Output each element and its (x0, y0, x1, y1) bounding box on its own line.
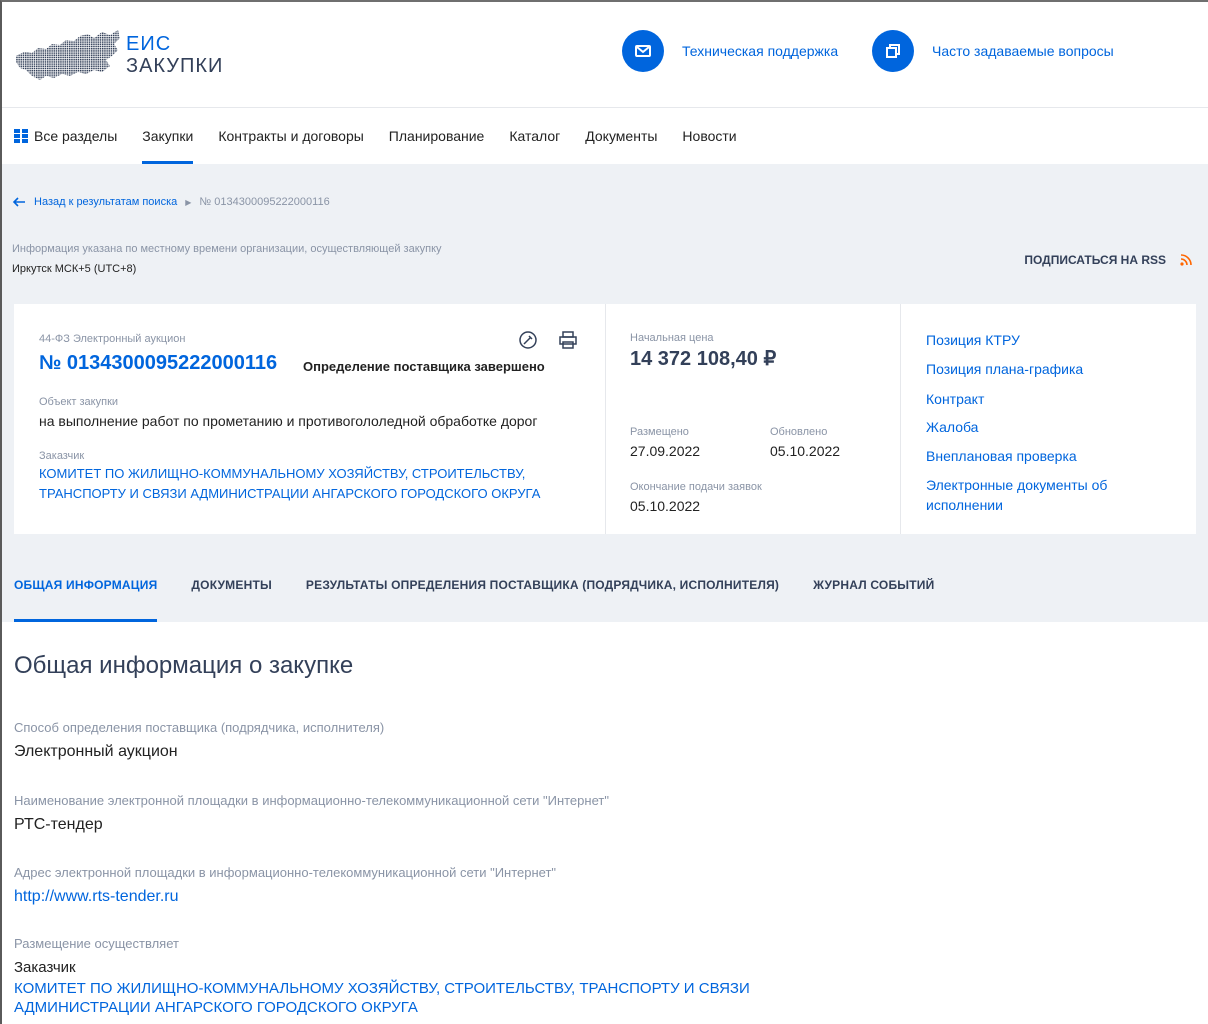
platform-address-link[interactable]: http://www.rts-tender.ru (14, 888, 179, 906)
nav-all-sections[interactable]: Все разделы (14, 108, 117, 164)
grid-icon (14, 129, 28, 143)
support-link[interactable]: Техническая поддержка (622, 30, 838, 72)
purchase-price-dates: Начальная цена 14 372 108,40 ₽ Размещено… (606, 304, 901, 534)
tab-documents[interactable]: ДОКУМЕНТЫ (191, 576, 272, 622)
related-links: Позиция КТРУ Позиция плана-графика Контр… (901, 304, 1196, 534)
deadline-value: 05.10.2022 (630, 498, 701, 514)
customer-label: Заказчик (39, 450, 85, 462)
support-label: Техническая поддержка (682, 43, 839, 59)
method-value: Электронный аукцион (14, 743, 178, 760)
address-label: Адрес электронной площадки в информацион… (14, 865, 557, 880)
timezone-info: Информация указана по местному времени о… (12, 243, 442, 255)
print-icon[interactable] (558, 330, 578, 350)
nav-item-label: Новости (682, 128, 737, 144)
faq-label: Часто задаваемые вопросы (932, 43, 1114, 59)
envelope-icon (622, 30, 664, 72)
nav-item-label: Контракты и договоры (218, 128, 364, 144)
purchase-main-info: 44-ФЗ Электронный аукцион № 013430009522… (14, 304, 606, 534)
copy-icon (872, 30, 914, 72)
unscheduled-check-link[interactable]: Внеплановая проверка (926, 446, 1166, 466)
contract-link[interactable]: Контракт (926, 389, 1166, 409)
ktru-position-link[interactable]: Позиция КТРУ (926, 330, 1166, 350)
nav-planning[interactable]: Планирование (389, 108, 485, 164)
placement-role: Заказчик (14, 959, 76, 976)
russia-map-logo-icon (16, 30, 120, 80)
logo-subtitle: ЗАКУПКИ (126, 55, 224, 77)
logo[interactable]: ЕИС ЗАКУПКИ (14, 26, 223, 84)
price-label: Начальная цена (630, 332, 714, 344)
object-label: Объект закупки (39, 396, 119, 408)
tab-general-info[interactable]: ОБЩАЯ ИНФОРМАЦИЯ (14, 576, 158, 622)
nav-item-label: Документы (585, 128, 658, 144)
rss-icon (1180, 254, 1192, 266)
tab-event-log[interactable]: ЖУРНАЛ СОБЫТИЙ (813, 576, 934, 622)
placement-label: Размещение осуществляет (14, 936, 179, 951)
nav-contracts[interactable]: Контракты и договоры (218, 108, 363, 164)
timezone-value: Иркутск МСК+5 (UTC+8) (12, 263, 137, 275)
updated-label: Обновлено (770, 426, 828, 438)
nav-documents[interactable]: Документы (585, 108, 657, 164)
customer-link[interactable]: КОМИТЕТ ПО ЖИЛИЩНО-КОММУНАЛЬНОМУ ХОЗЯЙСТ… (39, 464, 599, 504)
status-badge: Определение поставщика завершено (303, 359, 545, 374)
tab-supplier-results[interactable]: РЕЗУЛЬТАТЫ ОПРЕДЕЛЕНИЯ ПОСТАВЩИКА (ПОДРЯ… (306, 576, 779, 622)
nav-purchases[interactable]: Закупки (142, 108, 194, 164)
updated-value: 05.10.2022 (770, 443, 841, 459)
tabs: ОБЩАЯ ИНФОРМАЦИЯ ДОКУМЕНТЫ РЕЗУЛЬТАТЫ ОП… (2, 576, 968, 622)
platform-value: РТС-тендер (14, 816, 103, 833)
chevron-right-icon: ▶ (185, 197, 192, 207)
nav-item-label: Каталог (509, 128, 561, 144)
registry-number-link[interactable]: № 0134300095222000116 (39, 352, 277, 375)
logo-title: ЕИС (126, 33, 172, 55)
main-nav: Все разделы Закупки Контракты и договоры… (2, 108, 1208, 165)
complaint-link[interactable]: Жалоба (926, 417, 1166, 437)
deadline-label: Окончание подачи заявок (630, 481, 762, 493)
platform-label: Наименование электронной площадки в инфо… (14, 793, 609, 808)
nav-item-label: Все разделы (34, 128, 118, 144)
breadcrumb: Назад к результатам поиска ▶ № 013430009… (12, 196, 330, 208)
purchase-summary-area: Назад к результатам поиска ▶ № 013430009… (2, 164, 1208, 622)
nav-item-label: Закупки (142, 128, 194, 144)
nav-news[interactable]: Новости (682, 108, 736, 164)
law-type: 44-ФЗ Электронный аукцион (39, 333, 186, 345)
faq-link[interactable]: Часто задаваемые вопросы (872, 30, 1114, 72)
breadcrumb-current: № 0134300095222000116 (199, 196, 330, 208)
price-value: 14 372 108,40 ₽ (630, 348, 777, 370)
arrow-left-icon[interactable] (12, 197, 26, 207)
posted-label: Размещено (630, 426, 689, 438)
purchase-card: 44-ФЗ Электронный аукцион № 013430009522… (14, 304, 1196, 534)
page: ЕИС ЗАКУПКИ Техническая поддержка Часто … (2, 2, 1208, 1024)
rss-label: ПОДПИСАТЬСЯ НА RSS (1024, 253, 1166, 267)
object-value: на выполнение работ по прометанию и прот… (39, 413, 538, 429)
section-title: Общая информация о закупке (14, 652, 354, 679)
placement-org-link[interactable]: КОМИТЕТ ПО ЖИЛИЩНО-КОММУНАЛЬНОМУ ХОЗЯЙСТ… (14, 979, 814, 1017)
method-label: Способ определения поставщика (подрядчик… (14, 720, 385, 735)
header: ЕИС ЗАКУПКИ Техническая поддержка Часто … (2, 2, 1208, 108)
rss-subscribe-button[interactable]: ПОДПИСАТЬСЯ НА RSS (1024, 253, 1192, 267)
back-to-results-link[interactable]: Назад к результатам поиска (34, 196, 177, 208)
execution-documents-link[interactable]: Электронные документы об исполнении (926, 475, 1166, 515)
posted-value: 27.09.2022 (630, 443, 701, 459)
plan-position-link[interactable]: Позиция плана-графика (926, 359, 1166, 379)
nav-item-label: Планирование (388, 128, 485, 144)
signature-icon[interactable] (518, 330, 538, 350)
nav-catalog[interactable]: Каталог (509, 108, 560, 164)
